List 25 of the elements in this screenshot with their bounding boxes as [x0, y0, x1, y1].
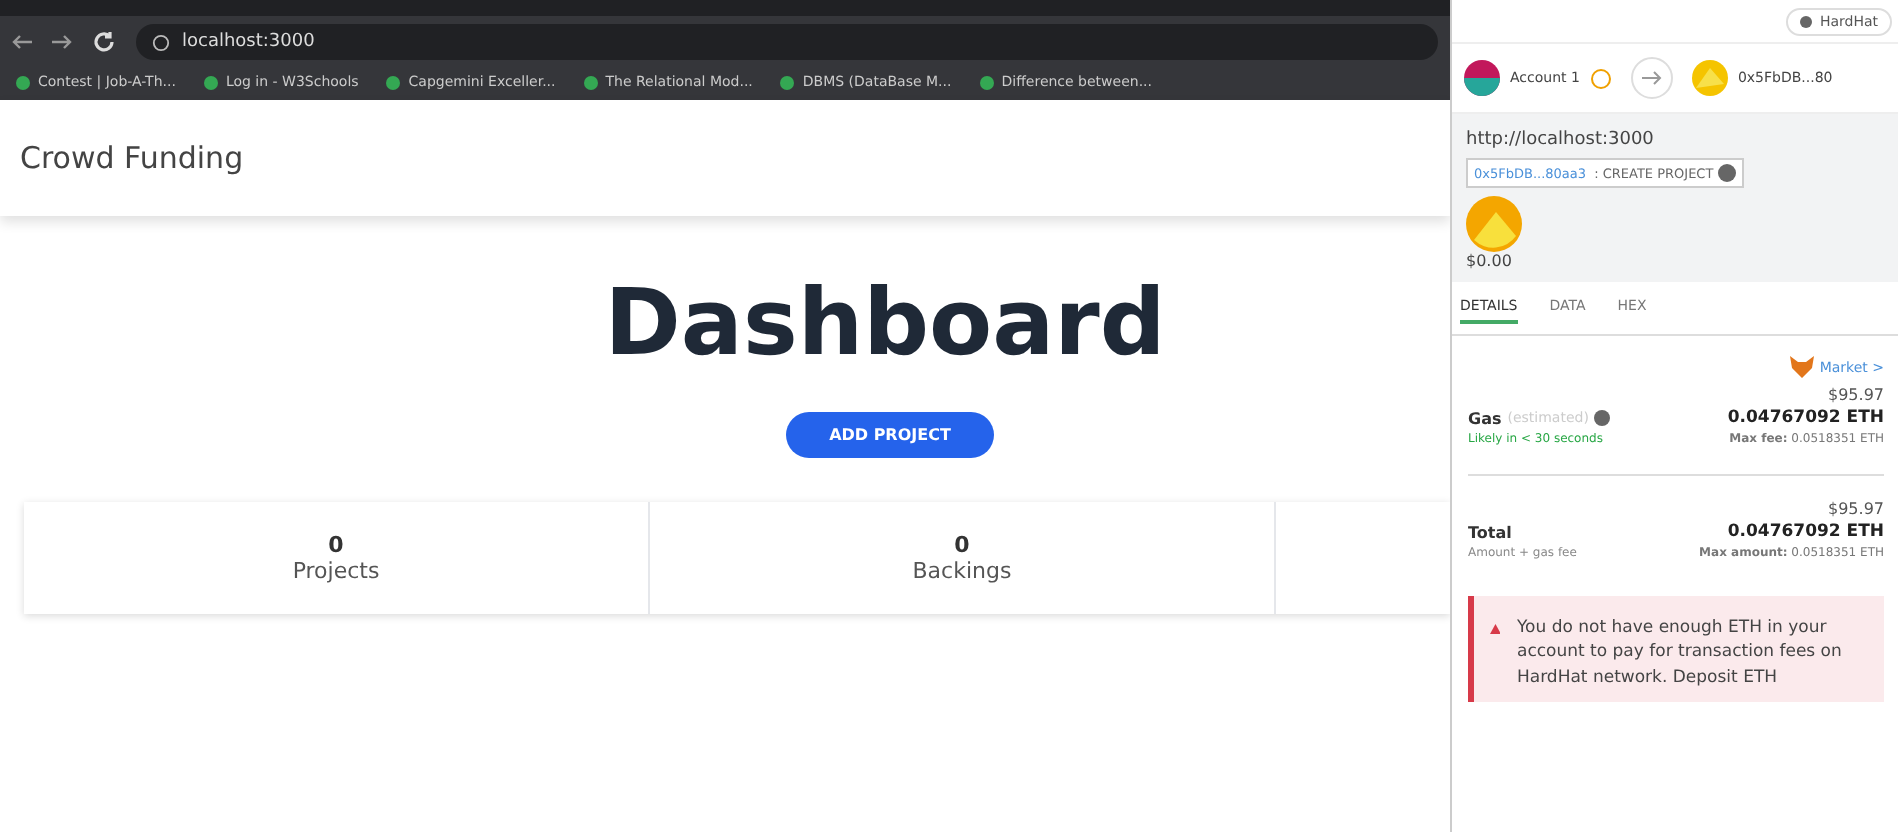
stat-label: Backings [912, 558, 1012, 584]
stat-value: 0 [954, 532, 970, 558]
amount-value: $0.00 [1466, 252, 1512, 270]
page-heading: Dashboard [602, 268, 1168, 376]
forward-icon[interactable] [52, 34, 72, 50]
total-fiat: $95.97 [1828, 500, 1884, 518]
add-project-button[interactable]: ADD PROJECT [785, 412, 995, 458]
recipient-avatar-icon [1691, 60, 1728, 96]
gas-fiat: $95.97 [1828, 386, 1884, 404]
brand-title[interactable]: Crowd Funding [20, 140, 244, 176]
fox-icon [1789, 356, 1814, 378]
arrow-right-icon [1629, 56, 1674, 100]
warning-text: You do not have enough ETH in your account to pay for transaction fees on HardHat network. Deposit ETH [1516, 616, 1844, 690]
reload-icon[interactable] [92, 30, 116, 54]
stat-label: Projects [292, 558, 380, 584]
account-avatar-icon [1464, 60, 1500, 96]
origin-url: http://localhost:3000 [1466, 130, 1654, 150]
total-eth: 0.04767092 ETH [1727, 522, 1884, 542]
token-icon [1466, 196, 1522, 252]
gas-eth: 0.04767092 ETH [1727, 408, 1884, 428]
stat-value: 0 [328, 532, 344, 558]
total-label: Total [1468, 523, 1512, 541]
address-bar[interactable]: localhost:3000 [136, 24, 1438, 60]
back-icon[interactable] [12, 34, 32, 50]
gas-label: Gas [1468, 409, 1502, 427]
